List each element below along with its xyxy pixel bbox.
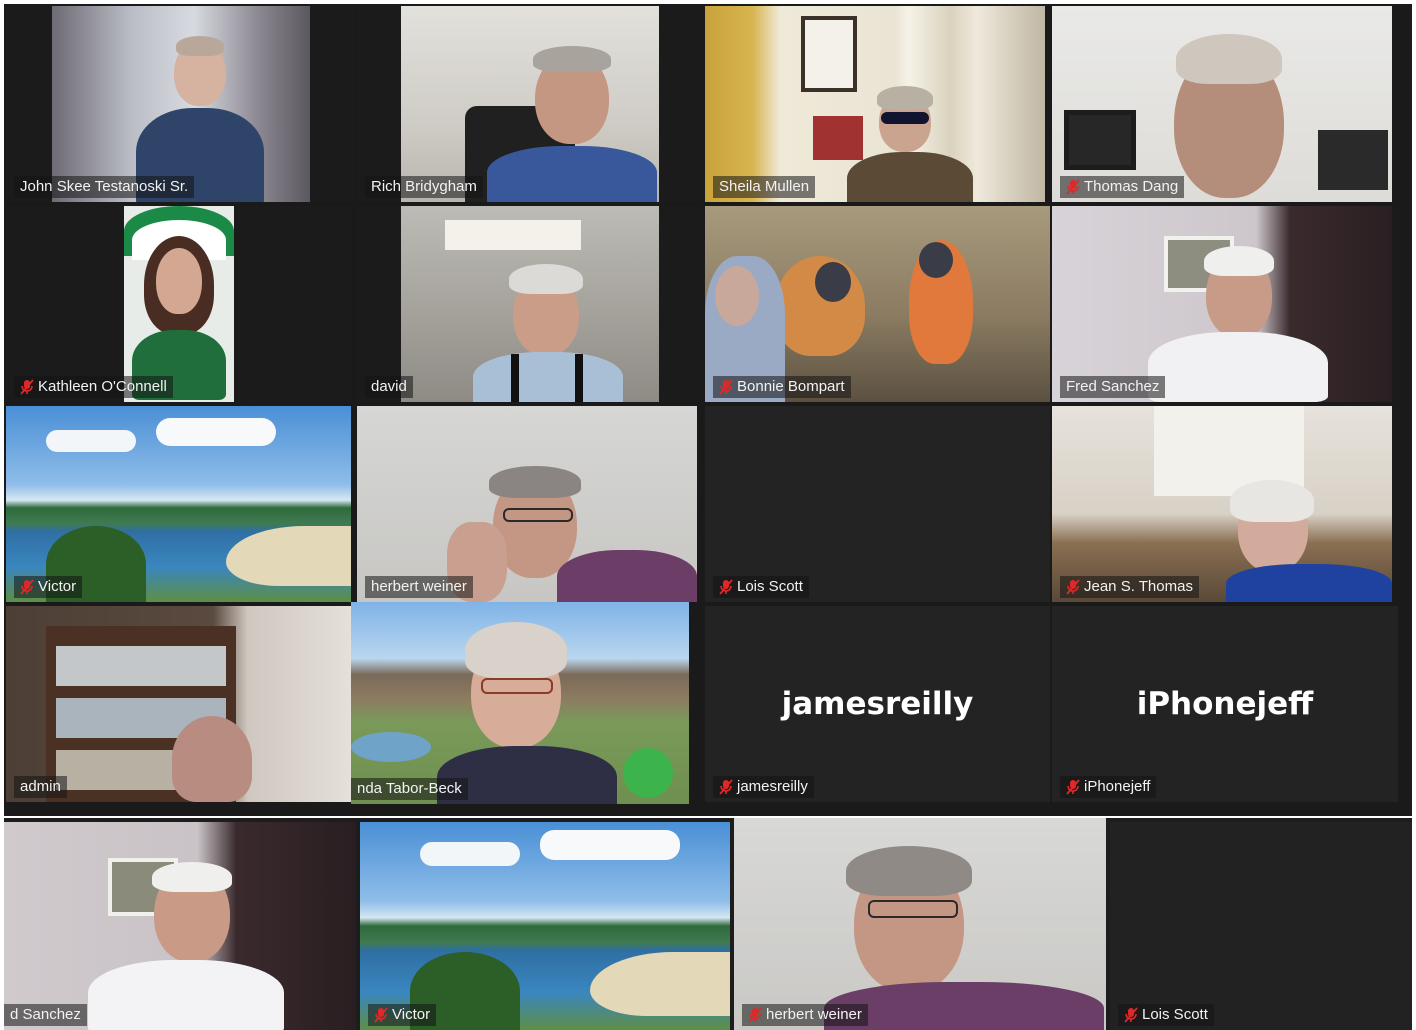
- participant-name: Victor: [368, 1004, 437, 1026]
- video-tile-kathleen[interactable]: Kathleen O'Connell: [6, 206, 351, 402]
- participant-name: Bonnie Bompart: [713, 376, 851, 398]
- participant-name: Fred Sanchez: [1060, 376, 1166, 398]
- video-tile-jamesreilly[interactable]: jamesreilly jamesreilly: [705, 606, 1050, 802]
- video-tile-herbert-strip[interactable]: herbert weiner: [734, 818, 1106, 1030]
- participant-name: jamesreilly: [713, 776, 814, 798]
- gallery-view: John Skee Testanoski Sr. Rich Bridygham: [4, 4, 1412, 816]
- video-tile-david[interactable]: david: [357, 206, 703, 402]
- muted-mic-icon: [719, 779, 733, 795]
- muted-mic-icon: [719, 579, 733, 595]
- video-tile-bonnie[interactable]: Bonnie Bompart: [705, 206, 1050, 402]
- participant-name: Lois Scott: [713, 576, 809, 598]
- participant-name: Kathleen O'Connell: [14, 376, 173, 398]
- participant-name: Jean S. Thomas: [1060, 576, 1199, 598]
- video-tile-linda[interactable]: nda Tabor-Beck: [351, 602, 689, 804]
- muted-mic-icon: [1124, 1007, 1138, 1023]
- participant-name: John Skee Testanoski Sr.: [14, 176, 195, 198]
- video-tile-fred[interactable]: Fred Sanchez: [1052, 206, 1398, 402]
- participant-name: Victor: [14, 576, 83, 598]
- participant-name: Sheila Mullen: [713, 176, 816, 198]
- video-tile-iphonejeff[interactable]: iPhonejeff iPhonejeff: [1052, 606, 1398, 802]
- participant-display-name: jamesreilly: [781, 686, 974, 722]
- video-tile-victor[interactable]: Victor: [6, 406, 351, 602]
- participant-name: Rich Bridygham: [365, 176, 483, 198]
- participant-name: herbert weiner: [742, 1004, 868, 1026]
- muted-mic-icon: [20, 579, 34, 595]
- video-tile-victor-strip[interactable]: Victor: [360, 822, 730, 1030]
- participant-name: nda Tabor-Beck: [351, 778, 468, 800]
- participant-name: Thomas Dang: [1060, 176, 1185, 198]
- bottom-strip: d Sanchez Victor herbert weiner Lois Sco…: [4, 818, 1412, 1030]
- muted-mic-icon: [20, 379, 34, 395]
- participant-name: herbert weiner: [365, 576, 473, 598]
- muted-mic-icon: [748, 1007, 762, 1023]
- muted-mic-icon: [1066, 779, 1080, 795]
- event-logo: [623, 748, 673, 798]
- video-tile-fred-strip[interactable]: d Sanchez: [4, 822, 356, 1030]
- video-tile-jean[interactable]: Jean S. Thomas: [1052, 406, 1398, 602]
- video-tile-herbert[interactable]: herbert weiner: [357, 406, 697, 602]
- video-tile-admin[interactable]: admin: [6, 606, 351, 802]
- participant-name: d Sanchez: [4, 1004, 87, 1026]
- video-tile-lois[interactable]: Lois Scott: [705, 406, 1050, 602]
- muted-mic-icon: [1066, 579, 1080, 595]
- video-tile-lois-strip[interactable]: Lois Scott: [1110, 822, 1412, 1030]
- participant-display-name: iPhonejeff: [1136, 686, 1314, 722]
- video-tile-sheila[interactable]: Sheila Mullen: [705, 6, 1050, 202]
- video-tile-thomas[interactable]: Thomas Dang: [1052, 6, 1398, 202]
- muted-mic-icon: [374, 1007, 388, 1023]
- participant-name: Lois Scott: [1118, 1004, 1214, 1026]
- video-tile-john[interactable]: John Skee Testanoski Sr.: [6, 6, 355, 202]
- participant-name: admin: [14, 776, 67, 798]
- muted-mic-icon: [1066, 179, 1080, 195]
- participant-name: iPhonejeff: [1060, 776, 1157, 798]
- video-tile-rich[interactable]: Rich Bridygham: [357, 6, 703, 202]
- participant-name: david: [365, 376, 413, 398]
- muted-mic-icon: [719, 379, 733, 395]
